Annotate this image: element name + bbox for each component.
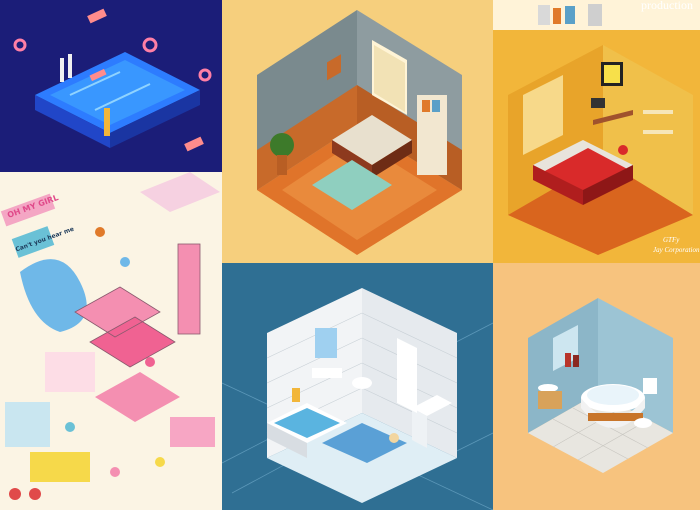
isometric-city-illustration (0, 172, 222, 510)
blueprint-bathroom-illustration (222, 263, 493, 510)
small-bathroom-tile (493, 263, 700, 510)
small-bathroom-illustration (493, 263, 700, 510)
yellow-room-illustration (493, 0, 700, 263)
pool-illustration (0, 0, 222, 172)
blueprint-bathroom-tile (222, 263, 493, 510)
pixel-bedroom-tile (222, 0, 493, 263)
signature-line-2: Jay Corporation (653, 246, 700, 254)
production-label: production (641, 0, 693, 12)
pool-tile (0, 0, 222, 172)
illustrated-city-tile: OH MY GIRL Can't you hear me (0, 172, 222, 510)
voxel-bedroom-illustration (222, 0, 493, 263)
signature-line-1: GTFy (663, 236, 680, 244)
yellow-room-tile: production GTFy Jay Corporation (493, 0, 700, 263)
